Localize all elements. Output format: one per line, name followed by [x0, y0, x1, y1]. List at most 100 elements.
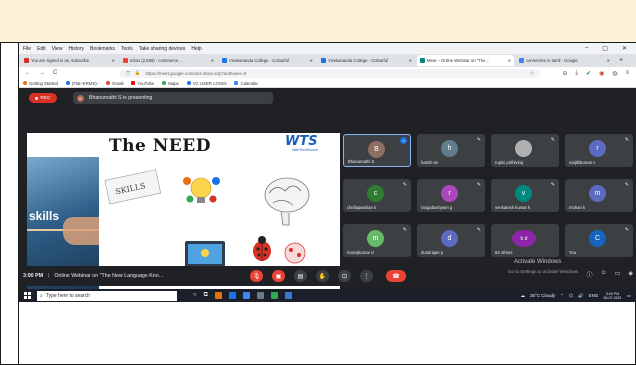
- new-tab-button[interactable]: +: [615, 57, 627, 64]
- mic-toggle-button[interactable]: 🎙: [250, 270, 263, 282]
- windows-start-icon[interactable]: [24, 292, 31, 299]
- edge-icon[interactable]: [228, 292, 236, 299]
- windows-taskbar: ⌕ Type here to search ○ ⧉ ☁ 35°C Cloudy …: [19, 289, 636, 302]
- tab-close-icon[interactable]: ✕: [211, 58, 214, 63]
- present-button[interactable]: ⊡: [338, 270, 351, 282]
- participant-tile[interactable]: ✎ r ranjithkumar c: [565, 134, 633, 167]
- participant-tile[interactable]: ✎ c chellapandian k: [343, 179, 411, 212]
- url-bar[interactable]: ⛉ 🔒 https://meet.google.com/xnz-xbca-xdy…: [120, 68, 541, 78]
- forward-icon[interactable]: →: [39, 70, 45, 76]
- checkmark-icon[interactable]: ✔: [586, 70, 591, 77]
- participant-tile[interactable]: ✎ rupini prithiviraj: [491, 134, 559, 167]
- bookmark-star-icon[interactable]: ☆: [529, 70, 534, 77]
- menu-view[interactable]: View: [52, 46, 63, 52]
- menu-help[interactable]: Help: [191, 46, 201, 52]
- participant-tile[interactable]: ✎ v venkatesh kumar k: [491, 179, 559, 212]
- self-tile[interactable]: ✎ C You: [565, 224, 633, 257]
- separator: |: [48, 273, 50, 279]
- avatar: m: [367, 230, 384, 247]
- participant-name: Bhanumathi S: [348, 159, 375, 164]
- tab-close-icon[interactable]: ✕: [409, 58, 412, 63]
- volume-icon[interactable]: 🔊: [578, 293, 584, 299]
- more-options-button[interactable]: ⋮: [360, 270, 373, 282]
- chat-icon[interactable]: ▭: [615, 270, 621, 279]
- weather-icon: ☁: [520, 292, 525, 298]
- tab-3[interactable]: Vivekananda College · Colourful ✕: [219, 55, 316, 66]
- tab-label: Meet – Online Webinar on "The…: [427, 58, 490, 63]
- bookmark-erms[interactable]: (Flat–ERMS)-: [65, 81, 98, 86]
- extension-icon[interactable]: ◉: [599, 70, 604, 77]
- app-icon[interactable]: [270, 292, 278, 299]
- reload-icon[interactable]: C: [53, 70, 57, 76]
- taskbar-clock[interactable]: 3:00 PM 08-07-2021: [603, 292, 621, 300]
- participant-tile[interactable]: ✎ m mohan k: [565, 179, 633, 212]
- captions-button[interactable]: ▤: [294, 270, 307, 282]
- tab-4[interactable]: Vivekananda College · Colourful ✕: [318, 55, 415, 66]
- participant-name: chellapandian k: [347, 205, 377, 210]
- bookmark-youtube[interactable]: YouTube: [131, 81, 154, 86]
- lightbulb-icon: [183, 177, 220, 203]
- menu-history[interactable]: History: [68, 46, 84, 52]
- menu-sharing[interactable]: Take sharing devices: [139, 46, 186, 52]
- bookmark-label: Maps: [168, 80, 179, 86]
- tab-close-icon[interactable]: ✕: [310, 58, 313, 63]
- account-icon[interactable]: ◍: [612, 70, 617, 77]
- google-favicon: [519, 58, 524, 63]
- network-icon[interactable]: ⌬: [569, 293, 573, 299]
- minimize-button[interactable]: –: [585, 45, 588, 52]
- menu-icon[interactable]: ≡: [626, 70, 630, 77]
- bookmark-getting-started[interactable]: Getting Started: [23, 81, 58, 86]
- maps-icon: [162, 81, 167, 85]
- bookmark-gmail[interactable]: Gmail: [106, 81, 123, 86]
- participant-tile[interactable]: ✎ d durairajan p: [417, 224, 485, 257]
- weather-text[interactable]: 35°C Cloudy: [530, 293, 555, 298]
- participant-tile[interactable]: ✎ h harish ss: [417, 134, 485, 167]
- speaking-icon: ıl: [400, 137, 407, 144]
- people-icon[interactable]: ☺: [601, 270, 607, 279]
- info-icon[interactable]: ⓘ: [587, 270, 593, 279]
- close-button[interactable]: ✕: [622, 45, 627, 52]
- tab-close-icon[interactable]: ✕: [112, 58, 115, 63]
- bookmark-calendar[interactable]: Calendar: [234, 81, 258, 86]
- participant-name: ranjithkumar c: [569, 160, 596, 165]
- tab-close-icon[interactable]: ✕: [607, 58, 610, 63]
- tab-close-icon[interactable]: ✕: [508, 58, 511, 63]
- language-indicator[interactable]: ENG: [589, 293, 599, 298]
- recording-badge[interactable]: REC: [29, 93, 57, 103]
- meeting-title: Online Webinar on "The New Language Kno…: [54, 273, 164, 279]
- participant-tile[interactable]: ✎ m manojkumar d: [343, 224, 411, 257]
- task-view-icon[interactable]: ⧉: [204, 292, 208, 299]
- menu-bookmarks[interactable]: Bookmarks: [90, 46, 115, 52]
- maximize-button[interactable]: ▢: [602, 45, 608, 52]
- menu-edit[interactable]: Edit: [37, 46, 46, 52]
- activities-icon[interactable]: ◈: [628, 270, 633, 279]
- tab-favicon: [321, 58, 326, 63]
- raise-hand-button[interactable]: ✋: [316, 270, 329, 282]
- tab-6[interactable]: connective in tamil · Google ✕: [516, 55, 613, 66]
- chevron-up-icon[interactable]: ⌃: [560, 293, 564, 299]
- back-icon[interactable]: ←: [25, 70, 31, 76]
- cortana-icon[interactable]: ○: [193, 292, 197, 299]
- menu-tools[interactable]: Tools: [121, 46, 133, 52]
- notifications-icon[interactable]: ▭: [627, 293, 631, 299]
- tab-label: Vivekananda College · Colourful: [229, 58, 289, 63]
- bookmark-maps[interactable]: Maps: [162, 81, 179, 86]
- firefox-taskbar-icon[interactable]: [214, 292, 222, 299]
- pocket-icon[interactable]: ⊖: [562, 70, 567, 77]
- clock-time: 3:00 PM: [605, 291, 620, 296]
- tab-meet[interactable]: Meet – Online Webinar on "The… ✕: [417, 55, 514, 66]
- leave-call-button[interactable]: ☎: [386, 270, 406, 282]
- download-icon[interactable]: ⤓: [575, 70, 578, 77]
- participant-tile[interactable]: ✎ r rangabashyam g: [417, 179, 485, 212]
- word-icon[interactable]: [284, 292, 292, 299]
- tab-2[interactable]: Inbox (2,569) - commerce… ✕: [120, 55, 217, 66]
- tab-1[interactable]: You are signed in as, subscribe ✕: [21, 55, 118, 66]
- taskbar-search[interactable]: ⌕ Type here to search: [37, 290, 177, 301]
- others-tile[interactable]: b d 63 others: [491, 224, 559, 257]
- camera-toggle-button[interactable]: ▣: [272, 270, 285, 282]
- bookmark-vc-login[interactable]: VC USER LOGIN: [186, 81, 226, 86]
- participant-tile[interactable]: ıl B Bhanumathi S: [343, 134, 411, 167]
- chrome-icon[interactable]: [242, 292, 250, 299]
- store-icon[interactable]: [256, 292, 264, 299]
- menu-file[interactable]: File: [23, 46, 31, 52]
